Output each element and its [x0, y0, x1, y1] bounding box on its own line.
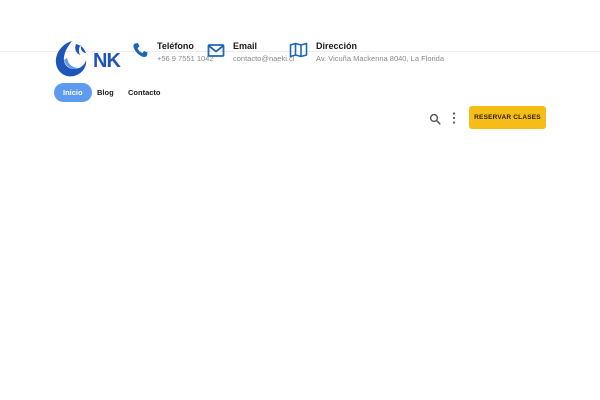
- address-value: Av. Vicuña Mackenna 8040, La Florida: [316, 54, 444, 63]
- nav-item-contacto[interactable]: Contacto: [128, 83, 161, 102]
- kebab-menu-icon[interactable]: [450, 111, 458, 125]
- address-title: Dirección: [316, 41, 358, 51]
- email-value[interactable]: contacto@naeki.cl: [233, 54, 294, 63]
- nav-item-blog[interactable]: Blog: [97, 83, 114, 102]
- phoenix-logo-icon: [55, 41, 87, 77]
- envelope-icon: [207, 42, 225, 63]
- site-logo[interactable]: NK: [52, 38, 122, 80]
- map-icon: [289, 42, 308, 63]
- phone-title: Teléfono: [157, 41, 194, 51]
- reservar-clases-button[interactable]: RESERVAR CLASES: [469, 106, 546, 129]
- nav-item-inicio[interactable]: Inicio: [54, 83, 92, 102]
- phone-value[interactable]: +56 9 7551 1042: [157, 54, 214, 63]
- email-title: Email: [233, 41, 258, 51]
- logo-text: NK: [93, 50, 121, 72]
- search-icon[interactable]: [429, 112, 441, 125]
- phone-icon: [132, 42, 148, 63]
